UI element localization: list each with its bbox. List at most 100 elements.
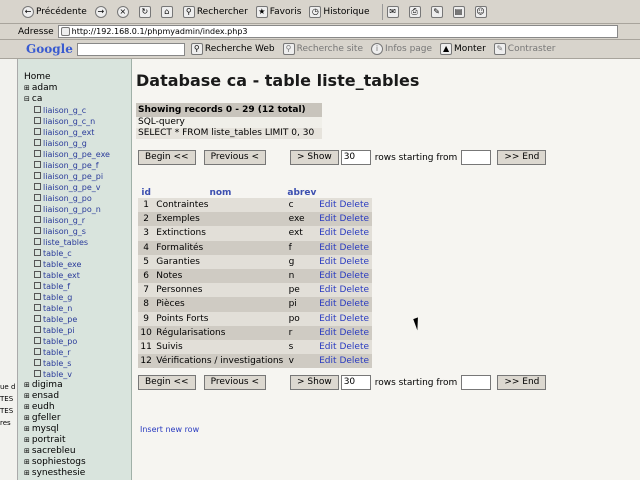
- edit-link[interactable]: Edit: [319, 200, 336, 210]
- edit-link[interactable]: Edit: [319, 356, 336, 366]
- mail-button[interactable]: ✉: [386, 5, 401, 18]
- table-link[interactable]: liaison_g_pe_pi: [24, 171, 131, 182]
- table-link[interactable]: table_v: [24, 369, 131, 380]
- begin-button[interactable]: Begin <<: [138, 375, 196, 390]
- database-link[interactable]: synesthesie: [24, 468, 131, 479]
- previous-button[interactable]: Previous <: [203, 150, 267, 165]
- table-link[interactable]: liaison_g_po: [24, 193, 131, 204]
- database-link[interactable]: ensad: [24, 391, 131, 402]
- web-search-button[interactable]: ⚲ Recherche Web: [190, 43, 275, 55]
- refresh-button[interactable]: ↻: [138, 5, 153, 18]
- up-button[interactable]: ▲ Monter: [440, 43, 486, 55]
- database-link[interactable]: eudh: [24, 402, 131, 413]
- stop-button[interactable]: ×: [116, 5, 131, 18]
- site-search-icon: ⚲: [282, 43, 295, 55]
- table-link[interactable]: liaison_g_po_n: [24, 204, 131, 215]
- delete-link[interactable]: Delete: [339, 356, 369, 366]
- column-header-id[interactable]: id: [138, 187, 155, 198]
- delete-link[interactable]: Delete: [339, 285, 369, 295]
- table-link[interactable]: liaison_g_pe_v: [24, 182, 131, 193]
- start-row-input[interactable]: [461, 150, 492, 165]
- delete-link[interactable]: Delete: [339, 299, 369, 309]
- edit-link[interactable]: Edit: [319, 243, 336, 253]
- column-header-abrev[interactable]: abrev: [286, 187, 318, 198]
- address-input[interactable]: http://192.168.0.1/phpmyadmin/index.php3: [57, 25, 618, 38]
- column-header-nom[interactable]: nom: [154, 187, 287, 198]
- delete-link[interactable]: Delete: [339, 314, 369, 324]
- database-link[interactable]: portrait: [24, 435, 131, 446]
- database-link[interactable]: sophiestogs: [24, 457, 131, 468]
- contrast-button[interactable]: ✎ Contraster: [493, 43, 556, 55]
- page-info-button[interactable]: i Infos page: [370, 43, 432, 55]
- print-button[interactable]: ⎙: [408, 5, 423, 18]
- database-link[interactable]: digima: [24, 380, 131, 391]
- edit-link[interactable]: Edit: [319, 228, 336, 238]
- table-link[interactable]: table_pe: [24, 314, 131, 325]
- edit-link[interactable]: Edit: [319, 299, 336, 309]
- table-link[interactable]: liaison_g_c_n: [24, 116, 131, 127]
- table-link[interactable]: liaison_g_c: [24, 105, 131, 116]
- edit-link[interactable]: Edit: [319, 314, 336, 324]
- table-link[interactable]: liaison_g_pe_f: [24, 160, 131, 171]
- edit-link[interactable]: Edit: [319, 328, 336, 338]
- edit-link[interactable]: Edit: [319, 271, 336, 281]
- back-button[interactable]: ← Précédente: [22, 5, 87, 18]
- end-button[interactable]: >> End: [497, 375, 547, 390]
- delete-link[interactable]: Delete: [339, 200, 369, 210]
- discuss-button[interactable]: ▤: [452, 5, 467, 18]
- previous-button[interactable]: Previous <: [203, 375, 267, 390]
- database-link-current[interactable]: ca: [24, 94, 131, 105]
- begin-button[interactable]: Begin <<: [138, 150, 196, 165]
- search-button[interactable]: ⚲ Rechercher: [182, 5, 248, 18]
- table-link[interactable]: table_po: [24, 336, 131, 347]
- show-button[interactable]: > Show: [290, 375, 339, 390]
- rows-starting-label: rows starting from: [374, 377, 458, 388]
- delete-link[interactable]: Delete: [339, 257, 369, 267]
- delete-link[interactable]: Delete: [339, 228, 369, 238]
- delete-link[interactable]: Delete: [339, 243, 369, 253]
- database-link[interactable]: sacrebleu: [24, 446, 131, 457]
- delete-link[interactable]: Delete: [339, 328, 369, 338]
- messenger-button[interactable]: ☺: [474, 5, 489, 18]
- database-link[interactable]: mysql: [24, 424, 131, 435]
- show-count-input[interactable]: 30: [340, 150, 371, 165]
- favorites-button[interactable]: ★ Favoris: [255, 5, 301, 18]
- database-link[interactable]: adam: [24, 83, 131, 94]
- table-link[interactable]: table_ext: [24, 270, 131, 281]
- table-link[interactable]: liste_tables: [24, 237, 131, 248]
- table-link[interactable]: liaison_g_pe_exe: [24, 149, 131, 160]
- table-link[interactable]: liaison_g_g: [24, 138, 131, 149]
- end-button[interactable]: >> End: [497, 150, 547, 165]
- table-link[interactable]: table_c: [24, 248, 131, 259]
- table-link[interactable]: liaison_g_ext: [24, 127, 131, 138]
- table-link[interactable]: liaison_g_r: [24, 215, 131, 226]
- home-link[interactable]: Home: [24, 72, 131, 83]
- table-link[interactable]: table_s: [24, 358, 131, 369]
- edit-link[interactable]: Edit: [319, 285, 336, 295]
- insert-new-row-link[interactable]: Insert new row: [140, 425, 199, 434]
- edit-link[interactable]: Edit: [319, 257, 336, 267]
- forward-button[interactable]: →: [94, 5, 109, 18]
- site-search-button[interactable]: ⚲ Recherche site: [282, 43, 363, 55]
- table-link[interactable]: table_f: [24, 281, 131, 292]
- start-row-input[interactable]: [461, 375, 492, 390]
- edit-button[interactable]: ✎: [430, 5, 445, 18]
- delete-link[interactable]: Delete: [339, 342, 369, 352]
- show-count-input[interactable]: 30: [340, 375, 371, 390]
- delete-link[interactable]: Delete: [339, 214, 369, 224]
- table-link[interactable]: table_r: [24, 347, 131, 358]
- delete-link[interactable]: Delete: [339, 271, 369, 281]
- table-link[interactable]: table_exe: [24, 259, 131, 270]
- edit-link[interactable]: Edit: [319, 214, 336, 224]
- table-link[interactable]: table_pi: [24, 325, 131, 336]
- home-button[interactable]: ⌂: [160, 5, 175, 18]
- google-logo[interactable]: Google: [26, 42, 73, 56]
- database-link[interactable]: gfeller: [24, 413, 131, 424]
- table-link[interactable]: table_n: [24, 303, 131, 314]
- table-link[interactable]: liaison_g_s: [24, 226, 131, 237]
- google-search-input[interactable]: [76, 42, 185, 56]
- history-button[interactable]: ◷ Historique: [309, 5, 370, 18]
- table-link[interactable]: table_g: [24, 292, 131, 303]
- show-button[interactable]: > Show: [290, 150, 339, 165]
- edit-link[interactable]: Edit: [319, 342, 336, 352]
